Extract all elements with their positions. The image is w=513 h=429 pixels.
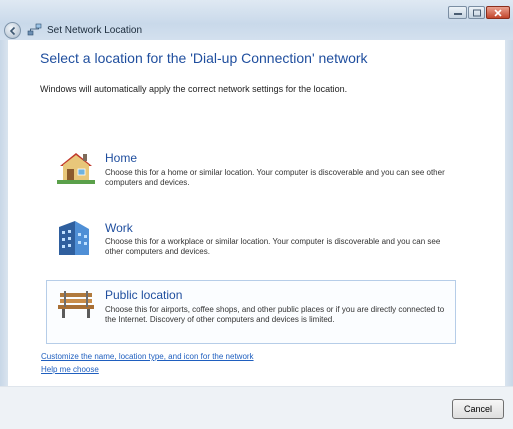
network-icon	[27, 23, 42, 36]
cancel-button[interactable]: Cancel	[452, 399, 504, 419]
work-option-title: Work	[105, 221, 133, 235]
home-option-title: Home	[105, 151, 138, 165]
help-me-choose-link[interactable]: Help me choose	[41, 365, 99, 374]
public-location-option-title: Public location	[105, 288, 183, 302]
page-heading: Select a location for the 'Dial-up Conne…	[40, 50, 368, 66]
minimize-button[interactable]	[448, 6, 467, 19]
public-location-option[interactable]: Public location Choose this for airports…	[46, 280, 456, 344]
back-arrow-icon	[9, 26, 16, 36]
set-network-location-window: Set Network Location Select a location f…	[0, 0, 513, 429]
window-border-right	[505, 40, 513, 386]
close-button[interactable]	[486, 6, 510, 19]
work-option[interactable]: Work Choose this for a workplace or simi…	[46, 213, 456, 265]
instruction-text: Windows will automatically apply the cor…	[40, 84, 348, 94]
public-location-option-description: Choose this for airports, coffee shops, …	[105, 305, 445, 324]
home-icon	[57, 153, 95, 184]
title-bar: Set Network Location	[0, 0, 513, 40]
maximize-icon	[472, 9, 481, 16]
minimize-icon	[453, 12, 462, 15]
customize-network-link[interactable]: Customize the name, location type, and i…	[41, 352, 254, 361]
work-option-description: Choose this for a workplace or similar l…	[105, 237, 441, 256]
park-bench-icon	[58, 291, 94, 318]
close-icon	[494, 9, 502, 16]
office-building-icon	[59, 221, 89, 255]
window-title: Set Network Location	[47, 25, 143, 36]
back-button[interactable]	[4, 22, 21, 39]
maximize-button[interactable]	[468, 6, 485, 19]
home-option-description: Choose this for a home or similar locati…	[105, 168, 445, 187]
dialog-footer: Cancel	[0, 386, 513, 429]
home-option[interactable]: Home Choose this for a home or similar l…	[46, 143, 456, 197]
window-border-left	[0, 40, 8, 386]
